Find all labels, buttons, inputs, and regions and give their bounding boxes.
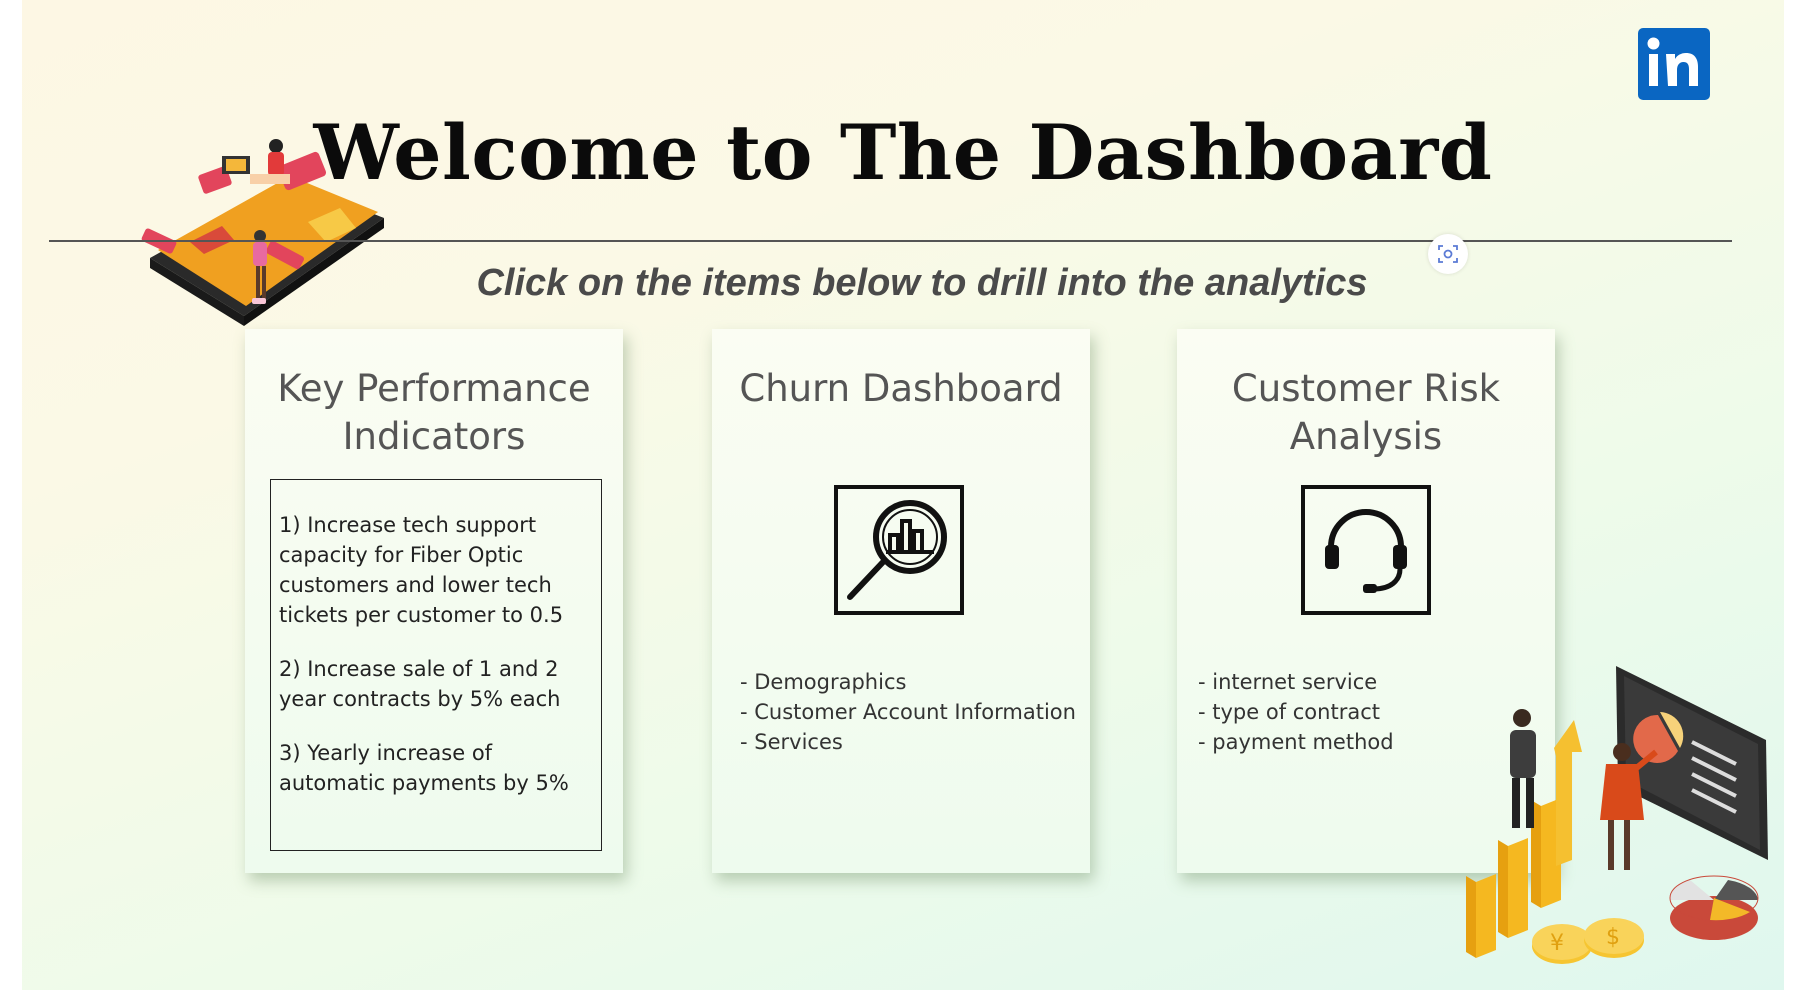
kpi-card-title: Key Performance Indicators xyxy=(277,367,591,458)
title-divider xyxy=(49,240,1732,242)
business-growth-illustration: ¥ $ xyxy=(1466,666,1768,964)
kpi-item: 2) Increase sale of 1 and 2 year contrac… xyxy=(279,657,561,711)
headset-icon xyxy=(1301,485,1431,615)
risk-topics-list: - internet service - type of contract - … xyxy=(1198,667,1394,757)
page-title: Welcome to The Dashboard xyxy=(313,108,1493,197)
kpi-card[interactable]: Key Performance Indicators 1) Increase t… xyxy=(245,329,623,873)
kpi-item: 1) Increase tech support capacity for Fi… xyxy=(279,513,564,627)
linkedin-icon[interactable] xyxy=(1638,28,1710,100)
magnifier-chart-icon xyxy=(834,485,964,615)
list-item: - Services xyxy=(740,730,843,754)
svg-text:$: $ xyxy=(1606,925,1620,950)
list-item: - Customer Account Information xyxy=(740,700,1076,724)
svg-text:¥: ¥ xyxy=(1550,931,1564,956)
list-item: - type of contract xyxy=(1198,700,1380,724)
page-subtitle: Click on the items below to drill into t… xyxy=(476,262,1368,304)
churn-topics-list: - Demographics - Customer Account Inform… xyxy=(740,667,1076,757)
churn-dashboard-card[interactable]: Churn Dashboard - Demographics - Custome… xyxy=(712,329,1090,873)
risk-card-title: Customer Risk Analysis xyxy=(1231,367,1501,458)
kpi-item: 3) Yearly increase of automatic payments… xyxy=(279,741,569,795)
kpi-list: 1) Increase tech support capacity for Fi… xyxy=(270,479,602,851)
list-item: - Demographics xyxy=(740,670,907,694)
list-item: - internet service xyxy=(1198,670,1378,694)
churn-card-title: Churn Dashboard xyxy=(739,367,1063,410)
dashboard-canvas: Welcome to The Dashboard Click on the it… xyxy=(22,0,1784,990)
list-item: - payment method xyxy=(1198,730,1394,754)
